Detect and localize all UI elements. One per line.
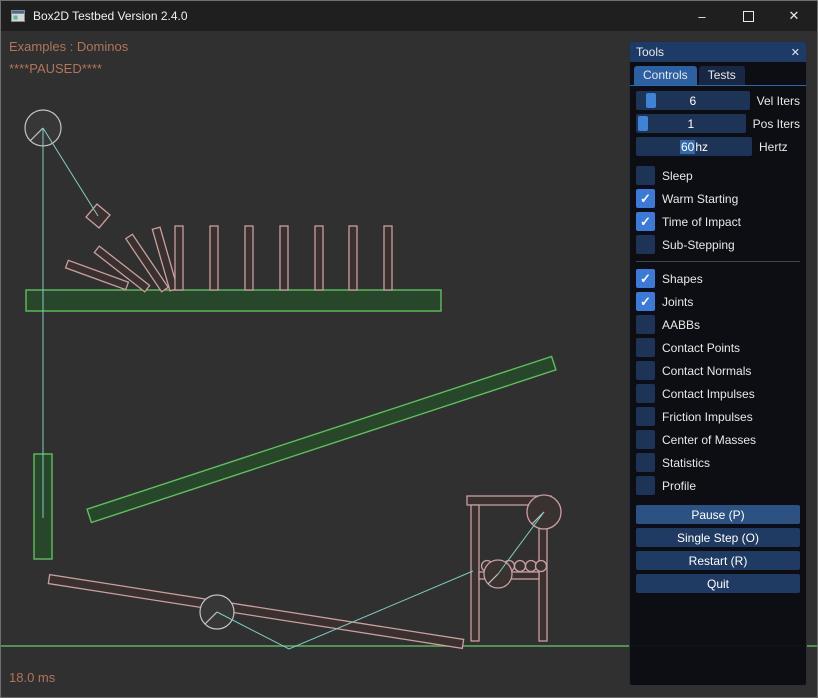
checkbox-box: ✓ [636,476,655,495]
domino [384,226,392,290]
simulation-canvas[interactable]: Examples : Dominos ****PAUSED**** 18.0 m… [1,31,818,698]
checkbox-friction-impulses[interactable]: ✓ Friction Impulses [636,407,800,426]
slider-grab[interactable] [646,93,656,108]
domino [280,226,288,290]
checkbox-box: ✓ [636,338,655,357]
checkbox-box: ✓ [636,166,655,185]
tools-panel-body: 6 Vel Iters 1 Pos Iters 60 hz Hertz [630,86,806,593]
checkbox-contact-impulses[interactable]: ✓ Contact Impulses [636,384,800,403]
restart-button[interactable]: Restart (R) [636,551,800,570]
checkbox-statistics[interactable]: ✓ Statistics [636,453,800,472]
checkbox-box: ✓ [636,407,655,426]
frame-time-label: 18.0 ms [9,670,55,685]
tools-tabbar: Controls Tests [630,62,806,86]
pos-iters-label: Pos Iters [753,117,800,131]
example-label: Examples : Dominos [9,39,128,54]
check-icon: ✓ [640,272,651,285]
checkbox-box: ✓ [636,212,655,231]
checkbox-warm-starting[interactable]: ✓ Warm Starting [636,189,800,208]
check-icon: ✓ [640,295,651,308]
checkbox-box: ✓ [636,315,655,334]
small-ball [526,561,537,572]
checkbox-contact-points[interactable]: ✓ Contact Points [636,338,800,357]
vel-iters-slider[interactable]: 6 [636,91,750,110]
checkbox-aabbs[interactable]: ✓ AABBs [636,315,800,334]
checkbox-sub-stepping[interactable]: ✓ Sub-Stepping [636,235,800,254]
hertz-label: Hertz [759,140,788,154]
maximize-icon [743,11,754,22]
checkbox-shapes[interactable]: ✓ Shapes [636,269,800,288]
titlebar: Box2D Testbed Version 2.4.0 – ✕ [1,1,817,31]
vel-iters-label: Vel Iters [757,94,800,108]
tools-panel-title: Tools [636,45,664,59]
small-ball [536,561,547,572]
tools-panel: Tools ✕ Controls Tests 6 Vel Iters [629,41,807,686]
slider-value: 6 [689,94,696,108]
maximize-button[interactable] [725,1,771,31]
domino [210,226,218,290]
domino [245,226,253,290]
checkbox-time-of-impact[interactable]: ✓ Time of Impact [636,212,800,231]
close-button[interactable]: ✕ [771,1,817,31]
window-title: Box2D Testbed Version 2.4.0 [33,9,188,23]
slider-value: 1 [687,117,694,131]
hertz-suffix: hz [695,140,708,154]
minimize-button[interactable]: – [679,1,725,31]
checkbox-box: ✓ [636,292,655,311]
checkbox-box: ✓ [636,189,655,208]
checkbox-joints[interactable]: ✓ Joints [636,292,800,311]
hertz-input[interactable]: 60 hz [636,137,752,156]
small-ball [515,561,526,572]
slider-grab[interactable] [638,116,648,131]
paused-label: ****PAUSED**** [9,61,102,76]
checkbox-sleep[interactable]: ✓ Sleep [636,166,800,185]
separator [636,261,800,262]
pause-button[interactable]: Pause (P) [636,505,800,524]
checkbox-box: ✓ [636,269,655,288]
single-step-button[interactable]: Single Step (O) [636,528,800,547]
checkbox-box: ✓ [636,430,655,449]
checkbox-center-of-masses[interactable]: ✓ Center of Masses [636,430,800,449]
tools-panel-titlebar[interactable]: Tools ✕ [630,42,806,62]
check-icon: ✓ [640,192,651,205]
tab-controls[interactable]: Controls [634,66,697,85]
checkbox-box: ✓ [636,361,655,380]
quit-button[interactable]: Quit [636,574,800,593]
checkbox-box: ✓ [636,384,655,403]
shelf-platform [26,290,441,311]
check-icon: ✓ [640,215,651,228]
checkbox-profile[interactable]: ✓ Profile [636,476,800,495]
tools-close-icon[interactable]: ✕ [791,46,800,59]
cart-left-post [471,505,479,641]
domino [175,226,183,290]
joint-line [43,128,98,216]
tab-tests[interactable]: Tests [699,66,745,85]
checkbox-box: ✓ [636,453,655,472]
app-window: Box2D Testbed Version 2.4.0 – ✕ [0,0,818,698]
domino [349,226,357,290]
seesaw-plank [48,575,463,649]
checkbox-contact-normals[interactable]: ✓ Contact Normals [636,361,800,380]
checkbox-box: ✓ [636,235,655,254]
app-icon [10,8,26,24]
domino [315,226,323,290]
pos-iters-slider[interactable]: 1 [636,114,746,133]
hertz-selected-text: 60 [680,140,695,154]
